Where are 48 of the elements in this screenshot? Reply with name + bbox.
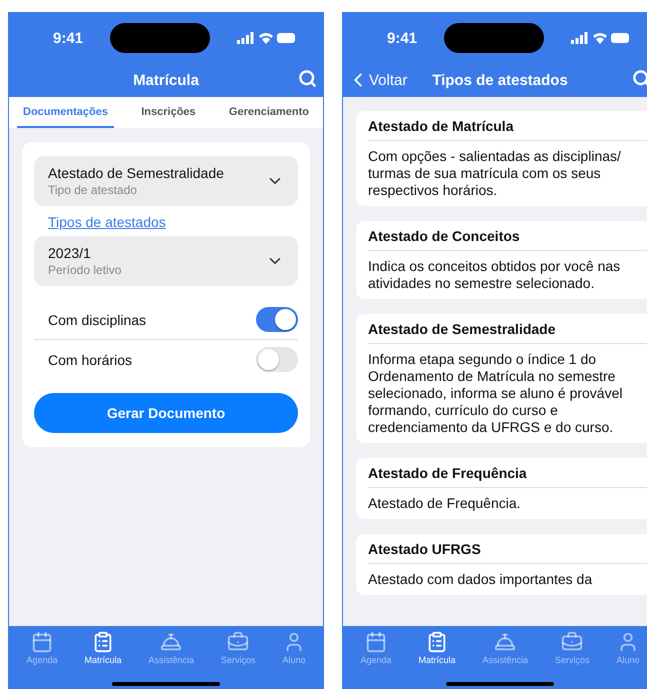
- toggle-label: Com horários: [48, 352, 132, 368]
- tab-bar-item[interactable]: Agenda: [26, 631, 58, 665]
- nav-title: Tipos de atestados: [432, 72, 568, 88]
- card-text: Com opções - salientadas as disciplinas/ turmas de sua matrícula com os seus respectivos horários.: [368, 147, 622, 200]
- tab[interactable]: Gerenciamento: [222, 97, 315, 128]
- dropdown[interactable]: Atestado de Semestralidade Tipo de atestado: [34, 156, 298, 206]
- tab-bar-item[interactable]: Assistência: [148, 631, 194, 665]
- card-text: Atestado com dados importantes da: [368, 570, 594, 589]
- back-button[interactable]: Voltar: [347, 69, 408, 91]
- card-title: Atestado UFRGS: [368, 534, 647, 564]
- generate-button[interactable]: Gerar Documento: [34, 393, 298, 433]
- tab-bar-item[interactable]: Aluno: [282, 631, 306, 665]
- tab-bar-item[interactable]: Serviços: [554, 631, 590, 665]
- dropdown[interactable]: 2023/1 Período letivo: [34, 236, 298, 286]
- status-time: 9:41: [387, 30, 418, 46]
- tab-bar-item[interactable]: Agenda: [360, 631, 392, 665]
- card-title: Atestado de Semestralidade: [368, 314, 647, 344]
- card-text: Informa etapa segundo o índice 1 do Ordenamento de Matrícula no semestre selecionado, informa se aluno é provável formando, currículo do curso e credenciamento da UFRGS e do curso.: [368, 350, 624, 437]
- status-time: 9:41: [53, 30, 84, 46]
- calendar-icon: [31, 631, 53, 653]
- tab-bar-item[interactable]: Assistência: [482, 631, 528, 665]
- tab-bar-item[interactable]: Aluno: [616, 631, 640, 665]
- briefcase-icon: [561, 631, 584, 653]
- tab[interactable]: Documentações: [17, 97, 114, 128]
- card-title: Atestado de Matrícula: [368, 111, 647, 141]
- service-bell-icon: [160, 631, 182, 653]
- briefcase-icon: [227, 631, 250, 653]
- toggle-switch[interactable]: [256, 307, 298, 332]
- nav-title: Matrícula: [133, 72, 199, 88]
- toggle-switch[interactable]: [256, 347, 298, 372]
- search-button[interactable]: [298, 69, 317, 88]
- search-icon: [298, 69, 317, 88]
- calendar-icon: [365, 631, 387, 653]
- tab-bar-item[interactable]: Matrícula: [84, 631, 122, 665]
- status-icons: [571, 32, 629, 44]
- tab[interactable]: Inscrições: [135, 97, 202, 128]
- search-icon: [632, 69, 647, 88]
- search-button[interactable]: [632, 69, 647, 88]
- tab-bar-item[interactable]: Matrícula: [418, 631, 456, 665]
- card-text: Atestado de Frequência.: [368, 494, 522, 513]
- tab-bar-item[interactable]: Serviços: [220, 631, 256, 665]
- toggle-label: Com disciplinas: [48, 312, 146, 328]
- card-text: Indica os conceitos obtidos por você nas atividades no semestre selecionado.: [368, 257, 622, 293]
- status-icons: [237, 32, 295, 44]
- card-title: Atestado de Frequência: [368, 458, 647, 488]
- link[interactable]: Tipos de atestados: [48, 214, 166, 230]
- card-title: Atestado de Conceitos: [368, 221, 647, 251]
- service-bell-icon: [494, 631, 516, 653]
